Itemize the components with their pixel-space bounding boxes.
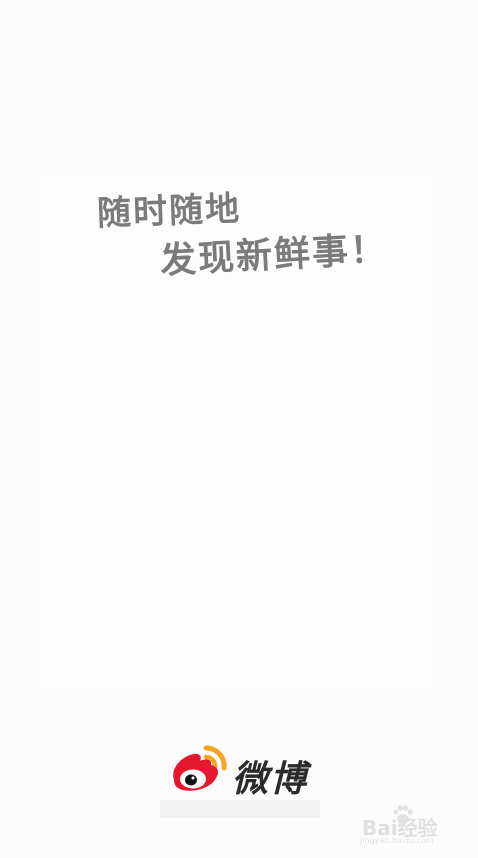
baidu-watermark: Bai经验 jingyan.baidu.com (350, 800, 470, 852)
slogan-line-2: 发现新鲜事！ (159, 229, 389, 282)
splash-screen: 随时随地 发现新鲜事！ 微博 Bai经验 jingyan.baidu.com (0, 0, 478, 858)
watermark-url: jingyan.baidu.com (360, 836, 434, 845)
slogan: 随时随地 发现新鲜事！ (0, 0, 478, 300)
slogan-line-1: 随时随地 (96, 188, 242, 234)
logo-text: 微博 (232, 759, 309, 800)
weibo-logo-icon (173, 745, 227, 791)
weibo-logo: 微博 (166, 740, 326, 804)
